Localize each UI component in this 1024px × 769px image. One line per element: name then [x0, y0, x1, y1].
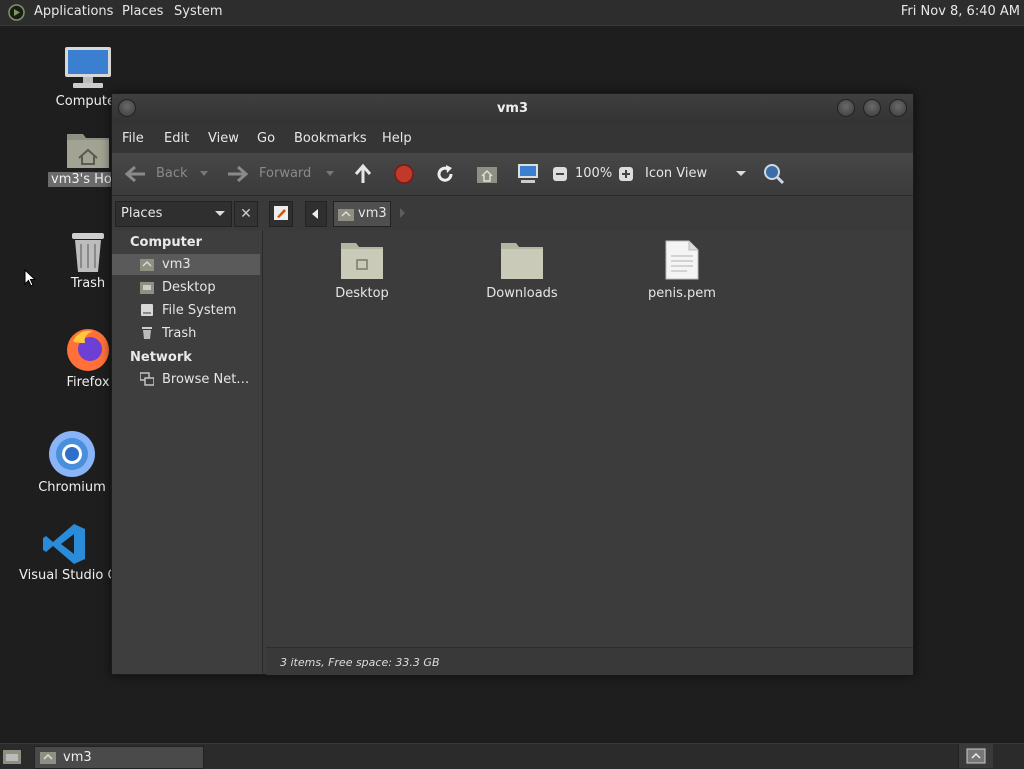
- firefox-icon: [67, 329, 109, 371]
- places-sidebar: Computer vm3 Desktop File System Trash N…: [112, 231, 263, 674]
- show-desktop-icon[interactable]: [2, 747, 22, 765]
- forward-button[interactable]: Forward: [259, 166, 311, 181]
- file-manager-window: vm3 File Edit View Go Bookmarks Help Bac…: [111, 93, 914, 675]
- back-arrow-icon[interactable]: [123, 164, 147, 184]
- file-view[interactable]: Desktop Downloads penis.pem: [266, 231, 913, 647]
- workspace-switcher[interactable]: [958, 744, 993, 768]
- menu-go[interactable]: Go: [257, 131, 275, 146]
- maximize-button[interactable]: [863, 99, 881, 117]
- clock[interactable]: Fri Nov 8, 6:40 AM: [901, 4, 1020, 19]
- breadcrumb-label: vm3: [358, 206, 387, 221]
- bottom-panel: vm3: [0, 743, 1024, 769]
- home-folder-icon: [40, 752, 56, 764]
- edit-location-button[interactable]: [269, 201, 293, 227]
- taskbar-item-vm3[interactable]: vm3: [34, 746, 204, 769]
- forward-dropdown-icon[interactable]: [326, 171, 334, 176]
- breadcrumb-item-vm3[interactable]: vm3: [333, 201, 391, 227]
- view-mode-select[interactable]: Icon View: [645, 166, 707, 181]
- zoom-out-icon[interactable]: [552, 166, 568, 182]
- sidebar-item-browse-network[interactable]: Browse Net…: [112, 369, 260, 390]
- home-folder-icon: [67, 134, 109, 168]
- sidebar-item-file-system[interactable]: File System: [112, 300, 260, 321]
- applications-menu[interactable]: Applications: [34, 4, 113, 19]
- file-item-label: Desktop: [335, 286, 389, 301]
- text-file-icon: [665, 240, 699, 280]
- reload-icon[interactable]: [435, 164, 455, 184]
- workspace-icon: [966, 748, 986, 764]
- system-menu[interactable]: System: [174, 4, 222, 19]
- desktop-icon-label: vm3's Home: [48, 172, 112, 187]
- status-text: 3 items, Free space: 33.3 GB: [280, 656, 440, 669]
- desktop-icon-vscode[interactable]: Visual Studio Code: [16, 522, 111, 583]
- window-title: vm3: [496, 101, 529, 116]
- sidebar-item-vm3[interactable]: vm3: [112, 254, 260, 275]
- menu-bookmarks[interactable]: Bookmarks: [294, 131, 367, 146]
- file-item-penis-pem[interactable]: penis.pem: [627, 240, 737, 301]
- sidebar-item-label: File System: [162, 303, 237, 318]
- location-bar: Places ✕ vm3: [112, 196, 913, 230]
- zoom-level[interactable]: 100%: [575, 166, 612, 181]
- sidebar-item-label: Trash: [162, 326, 197, 341]
- menu-help[interactable]: Help: [382, 131, 412, 146]
- trash-icon: [142, 327, 152, 339]
- close-sidebar-button[interactable]: ✕: [234, 201, 258, 227]
- menubar: File Edit View Go Bookmarks Help: [112, 123, 913, 153]
- home-icon: [140, 259, 154, 271]
- desktop-icon-label: Chromium: [38, 480, 106, 495]
- chromium-icon: [49, 431, 95, 477]
- top-panel: Applications Places System Fri Nov 8, 6:…: [0, 0, 1024, 26]
- vscode-icon: [42, 524, 85, 564]
- folder-icon: [501, 243, 543, 279]
- distro-logo-icon[interactable]: [8, 4, 25, 21]
- sidebar-item-label: Desktop: [162, 280, 216, 295]
- chevron-right-icon[interactable]: [400, 208, 405, 218]
- network-icon: [140, 372, 154, 386]
- folder-desktop-icon: [341, 243, 383, 279]
- desktop-icon-label: Visual Studio Code: [19, 568, 111, 583]
- places-menu[interactable]: Places: [122, 4, 163, 19]
- file-item-label: penis.pem: [648, 286, 716, 301]
- back-dropdown-icon[interactable]: [200, 171, 208, 176]
- sidebar-type-select[interactable]: Places: [115, 201, 232, 227]
- forward-arrow-icon[interactable]: [226, 164, 250, 184]
- toolbar: Back Forward 100% Icon View: [112, 153, 913, 196]
- home-icon[interactable]: [476, 164, 498, 184]
- desktop-icon: [140, 282, 154, 294]
- menu-file[interactable]: File: [122, 131, 144, 146]
- file-item-label: Downloads: [486, 286, 558, 301]
- chevron-down-icon: [215, 211, 225, 216]
- search-icon[interactable]: [763, 163, 785, 185]
- back-button[interactable]: Back: [156, 166, 188, 181]
- file-item-downloads[interactable]: Downloads: [467, 240, 577, 301]
- drive-icon: [141, 304, 153, 316]
- zoom-in-icon[interactable]: [618, 166, 634, 182]
- sidebar-header-computer: Computer: [130, 235, 203, 250]
- mouse-cursor-icon: [24, 269, 36, 287]
- sidebar-item-label: Browse Net…: [162, 372, 250, 387]
- trash-icon: [72, 233, 104, 272]
- file-item-desktop[interactable]: Desktop: [307, 240, 417, 301]
- desktop-icon-chromium[interactable]: Chromium: [22, 430, 122, 495]
- pencil-icon: [274, 206, 288, 220]
- menu-view[interactable]: View: [208, 131, 239, 146]
- sidebar-type-label: Places: [121, 206, 163, 221]
- chevron-left-icon: [312, 209, 318, 219]
- up-arrow-icon[interactable]: [353, 163, 373, 185]
- window-titlebar[interactable]: vm3: [112, 94, 913, 123]
- breadcrumb-left-button[interactable]: [305, 201, 327, 227]
- status-bar: 3 items, Free space: 33.3 GB: [266, 647, 913, 675]
- close-button[interactable]: [889, 99, 907, 117]
- sidebar-item-desktop[interactable]: Desktop: [112, 277, 260, 298]
- sidebar-header-network: Network: [130, 350, 192, 365]
- view-mode-dropdown-icon[interactable]: [736, 171, 746, 176]
- computer-icon[interactable]: [516, 163, 540, 185]
- sidebar-item-trash[interactable]: Trash: [112, 323, 260, 344]
- sidebar-item-label: vm3: [162, 257, 191, 272]
- stop-icon[interactable]: [394, 164, 414, 184]
- computer-icon: [65, 47, 111, 88]
- home-icon: [338, 209, 354, 221]
- taskbar-item-label: vm3: [63, 750, 92, 765]
- minimize-button[interactable]: [837, 99, 855, 117]
- menu-edit[interactable]: Edit: [164, 131, 189, 146]
